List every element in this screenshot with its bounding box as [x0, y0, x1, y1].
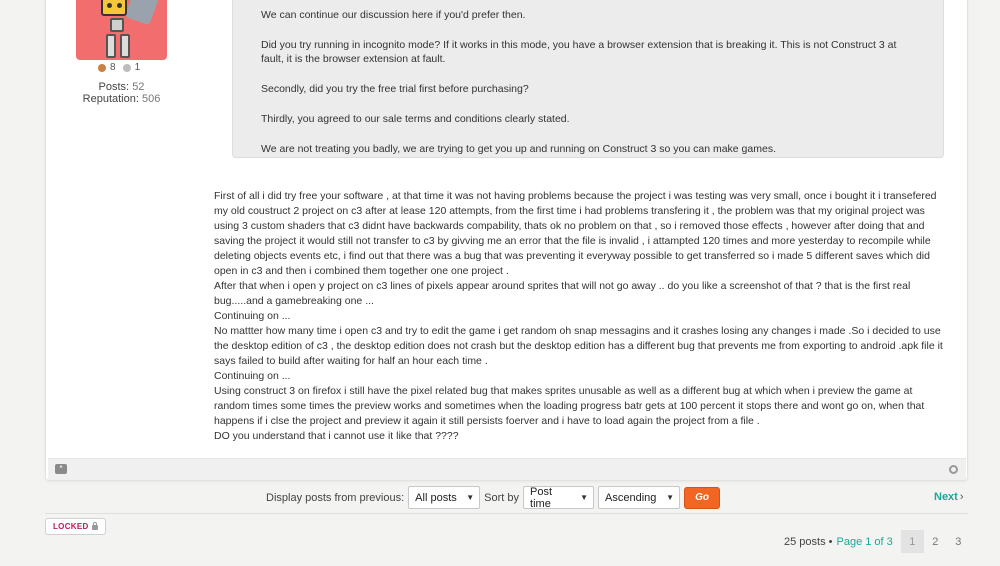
- page-2[interactable]: 2: [924, 530, 947, 553]
- next-page-link[interactable]: Next ›: [934, 491, 964, 503]
- sort-by-label: Sort by: [484, 491, 520, 504]
- posts-value[interactable]: 52: [132, 81, 144, 93]
- quote-block: We can continue our discussion here if y…: [232, 0, 944, 158]
- display-posts-select[interactable]: All posts ▼: [408, 486, 481, 509]
- sort-by-value: Post time: [530, 485, 553, 510]
- posts-label: Posts:: [98, 81, 130, 93]
- settings-icon[interactable]: [949, 465, 958, 474]
- sort-bar: Display posts from previous: All posts ▼…: [266, 485, 721, 510]
- display-posts-value: All posts: [415, 491, 457, 504]
- chevron-right-icon: ›: [959, 491, 964, 503]
- quote-paragraph: We are not treating you badly, we are tr…: [261, 143, 776, 155]
- chevron-down-icon: ▼: [466, 493, 475, 502]
- reputation-label: Reputation:: [82, 93, 139, 105]
- page-1[interactable]: 1: [900, 530, 924, 553]
- chevron-down-icon: ▼: [580, 493, 589, 502]
- sort-by-select[interactable]: Post time ▼: [523, 485, 595, 510]
- sort-order-select[interactable]: Ascending ▼: [598, 486, 681, 509]
- bronze-medal-count: 8: [110, 62, 116, 73]
- display-posts-label: Display posts from previous:: [266, 491, 405, 504]
- avatar[interactable]: [76, 0, 167, 60]
- quote-paragraph: We can continue our discussion here if y…: [261, 9, 526, 21]
- page-indicator[interactable]: Page 1 of 3: [837, 536, 893, 548]
- quote-paragraph: Thirdly, you agreed to our sale terms an…: [261, 113, 570, 125]
- silver-medal-icon: [122, 63, 131, 72]
- bronze-medal-icon: [98, 63, 106, 72]
- posts-stat: Posts: 52: [76, 81, 167, 93]
- silver-medal-count: 1: [134, 62, 141, 73]
- quote-icon[interactable]: ❝: [55, 464, 67, 474]
- locked-button[interactable]: LOCKED: [45, 518, 106, 535]
- divider: [45, 513, 968, 514]
- go-button[interactable]: Go: [684, 486, 721, 509]
- lock-icon: [91, 522, 98, 530]
- next-label: Next: [934, 491, 958, 503]
- pagination: 25 posts • Page 1 of 3 1 2 3: [784, 530, 970, 553]
- reputation-stat: Reputation: 506: [76, 93, 167, 105]
- post-count: 25 posts •: [784, 535, 833, 548]
- post-body: First of all i did try free your softwar…: [214, 190, 943, 442]
- medal-counts: 8 1: [98, 62, 140, 73]
- locked-label: LOCKED: [53, 522, 89, 531]
- sort-order-value: Ascending: [605, 491, 657, 504]
- quote-paragraph: Secondly, did you try the free trial fir…: [261, 83, 529, 95]
- reputation-value: 506: [141, 93, 161, 105]
- page-3[interactable]: 3: [947, 530, 970, 553]
- quote-paragraph: Did you try running in incognito mode? I…: [261, 39, 897, 65]
- post-footer: ❝: [48, 458, 966, 480]
- chevron-down-icon: ▼: [666, 493, 675, 502]
